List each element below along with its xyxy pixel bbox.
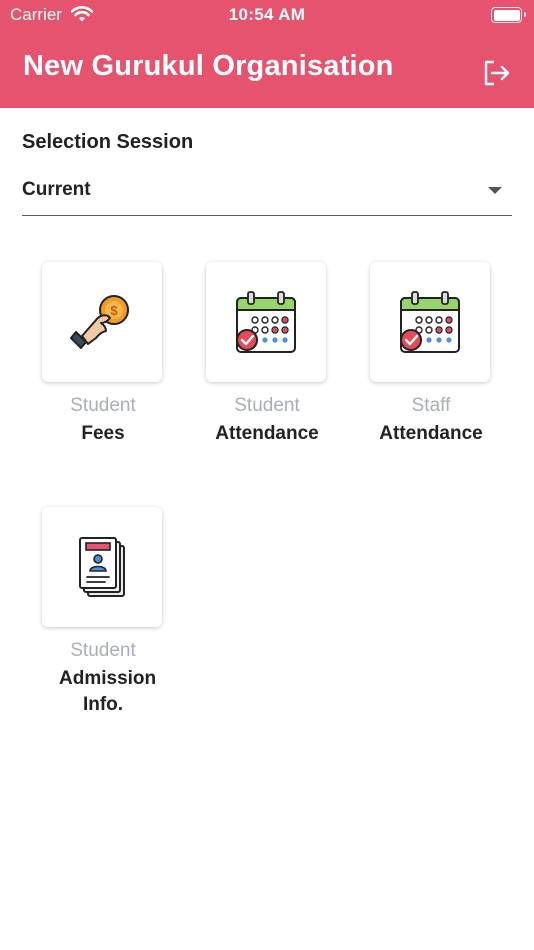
- tile-title: Fees: [81, 423, 125, 444]
- battery-icon: [491, 7, 526, 23]
- app-header: Carrier 10:54 AM New Gurukul Organisatio…: [0, 0, 534, 108]
- tile-student-fees[interactable]: $ Student Fees: [21, 262, 185, 482]
- tile-icon-box: [206, 262, 326, 382]
- admission-document-icon: [79, 537, 125, 597]
- calendar-check-icon: [400, 291, 460, 353]
- page-title: New Gurukul Organisation: [23, 50, 394, 82]
- session-value: Current: [22, 179, 91, 200]
- tile-title: Attendance: [379, 423, 483, 444]
- status-bar: Carrier 10:54 AM: [0, 0, 534, 30]
- logout-icon[interactable]: [482, 59, 512, 87]
- tile-subtitle: Staff: [411, 395, 451, 416]
- tile-staff-attendance[interactable]: Staff Attendance: [349, 262, 513, 482]
- fees-hand-coin-icon: $: [70, 295, 129, 349]
- chevron-down-icon: [488, 187, 502, 194]
- tile-student-admission-info[interactable]: Student Admission Info.: [21, 507, 185, 727]
- tile-student-attendance[interactable]: Student Attendance: [185, 262, 349, 482]
- status-time: 10:54 AM: [228, 5, 306, 24]
- svg-text:$: $: [110, 303, 118, 318]
- tile-title: Attendance: [215, 423, 319, 444]
- session-label: Selection Session: [22, 131, 194, 153]
- calendar-check-icon: [236, 291, 296, 353]
- session-dropdown[interactable]: Current: [22, 170, 512, 216]
- tile-subtitle: Student: [70, 640, 136, 661]
- tile-subtitle: Student: [70, 395, 136, 416]
- tile-subtitle: Student: [234, 395, 300, 416]
- tile-title: Admission Info.: [59, 668, 157, 715]
- tile-icon-box: [42, 507, 162, 627]
- tile-icon-box: [370, 262, 490, 382]
- tile-icon-box: $: [42, 262, 162, 382]
